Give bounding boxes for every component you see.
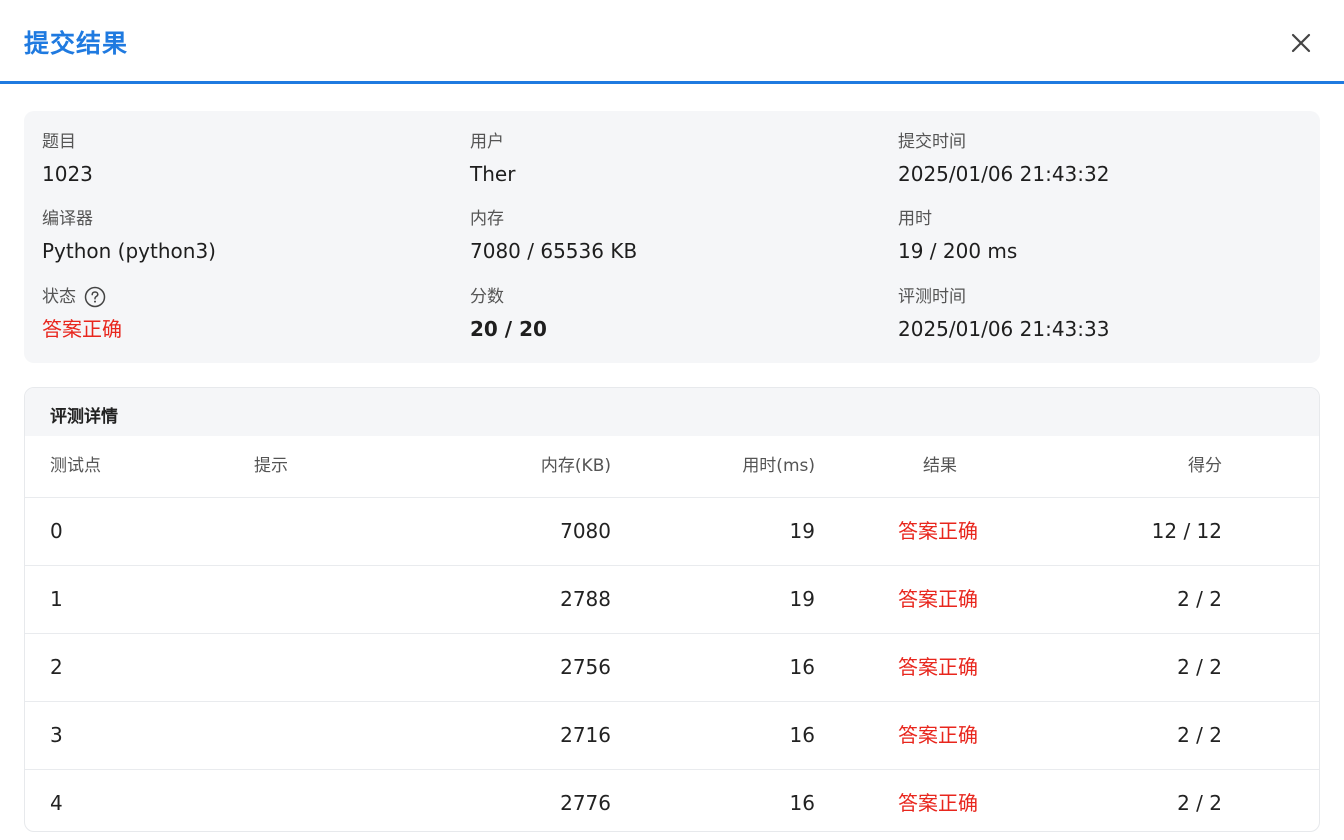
result-cell: 答案正确 xyxy=(898,587,978,611)
result-cell: 答案正确 xyxy=(898,791,978,815)
table-row: 4 2776 16 答案正确 2 / 2 xyxy=(25,770,1319,831)
table-row: 1 2788 19 答案正确 2 / 2 xyxy=(25,566,1319,634)
column-header-case: 测试点 xyxy=(50,456,101,476)
score-value: 20 / 20 xyxy=(470,317,547,341)
memory-cell: 2776 xyxy=(560,791,611,815)
memory-cell: 2788 xyxy=(560,587,611,611)
time-cell: 16 xyxy=(789,723,815,747)
table-row: 0 7080 19 答案正确 12 / 12 xyxy=(25,498,1319,566)
case-cell: 1 xyxy=(50,587,63,611)
submission-info-panel: 题目 1023 用户 Ther 提交时间 2025/01/06 21:43:32… xyxy=(24,111,1320,363)
column-header-result: 结果 xyxy=(923,456,957,476)
time-cell: 19 xyxy=(789,587,815,611)
memory-cell: 2756 xyxy=(560,655,611,679)
submit-time-label: 提交时间 xyxy=(898,132,966,152)
table-row: 2 2756 16 答案正确 2 / 2 xyxy=(25,634,1319,702)
time-field: 用时 19 / 200 ms xyxy=(898,208,1017,264)
score-cell: 12 / 12 xyxy=(1151,519,1222,543)
close-button[interactable] xyxy=(1286,28,1316,58)
table-header-row: 测试点 提示 内存(KB) 用时(ms) 结果 得分 xyxy=(25,436,1319,498)
user-value: Ther xyxy=(470,162,516,186)
user-field: 用户 Ther xyxy=(470,131,515,187)
time-label: 用时 xyxy=(898,209,932,229)
score-field: 分数 20 / 20 xyxy=(470,286,547,342)
memory-label: 内存 xyxy=(470,209,504,229)
memory-value: 7080 / 65536 KB xyxy=(470,239,638,263)
time-cell: 19 xyxy=(789,519,815,543)
case-cell: 4 xyxy=(50,791,63,815)
result-cell: 答案正确 xyxy=(898,723,978,747)
score-label: 分数 xyxy=(470,287,504,307)
status-label-row: 状态 xyxy=(42,286,122,308)
judge-details-panel: 评测详情 测试点 提示 内存(KB) 用时(ms) 结果 得分 0 7080 1… xyxy=(24,387,1320,832)
compiler-field: 编译器 Python (python3) xyxy=(42,208,216,264)
problem-value: 1023 xyxy=(42,162,93,186)
memory-cell: 7080 xyxy=(560,519,611,543)
compiler-value: Python (python3) xyxy=(42,239,216,263)
time-cell: 16 xyxy=(789,655,815,679)
result-cell: 答案正确 xyxy=(898,519,978,543)
table-row: 3 2716 16 答案正确 2 / 2 xyxy=(25,702,1319,770)
score-cell: 2 / 2 xyxy=(1177,723,1222,747)
submit-time-value: 2025/01/06 21:43:32 xyxy=(898,162,1110,186)
case-cell: 2 xyxy=(50,655,63,679)
result-cell: 答案正确 xyxy=(898,655,978,679)
column-header-memory: 内存(KB) xyxy=(540,456,611,476)
memory-cell: 2716 xyxy=(560,723,611,747)
judge-details-title: 评测详情 xyxy=(50,407,118,427)
judge-time-label: 评测时间 xyxy=(898,287,966,307)
submit-time-field: 提交时间 2025/01/06 21:43:32 xyxy=(898,131,1109,187)
problem-label: 题目 xyxy=(42,132,76,152)
status-value: 答案正确 xyxy=(42,317,122,341)
user-label: 用户 xyxy=(470,132,504,152)
column-header-time: 用时(ms) xyxy=(742,456,815,476)
score-cell: 2 / 2 xyxy=(1177,587,1222,611)
judge-time-value: 2025/01/06 21:43:33 xyxy=(898,317,1110,341)
status-label: 状态 xyxy=(42,287,76,307)
judge-time-field: 评测时间 2025/01/06 21:43:33 xyxy=(898,286,1109,342)
dialog-header: 提交结果 xyxy=(0,0,1344,84)
help-circle-icon[interactable] xyxy=(84,286,106,308)
problem-field: 题目 1023 xyxy=(42,131,93,187)
time-cell: 16 xyxy=(789,791,815,815)
judge-details-header: 评测详情 xyxy=(25,388,1319,436)
case-cell: 3 xyxy=(50,723,63,747)
time-value: 19 / 200 ms xyxy=(898,239,1018,263)
column-header-score: 得分 xyxy=(1188,456,1222,476)
case-cell: 0 xyxy=(50,519,63,543)
close-icon xyxy=(1291,33,1311,53)
score-cell: 2 / 2 xyxy=(1177,791,1222,815)
status-field: 状态 答案正确 xyxy=(42,286,122,342)
score-cell: 2 / 2 xyxy=(1177,655,1222,679)
column-header-hint: 提示 xyxy=(254,456,288,476)
memory-field: 内存 7080 / 65536 KB xyxy=(470,208,637,264)
dialog-title: 提交结果 xyxy=(24,29,129,58)
compiler-label: 编译器 xyxy=(42,209,93,229)
